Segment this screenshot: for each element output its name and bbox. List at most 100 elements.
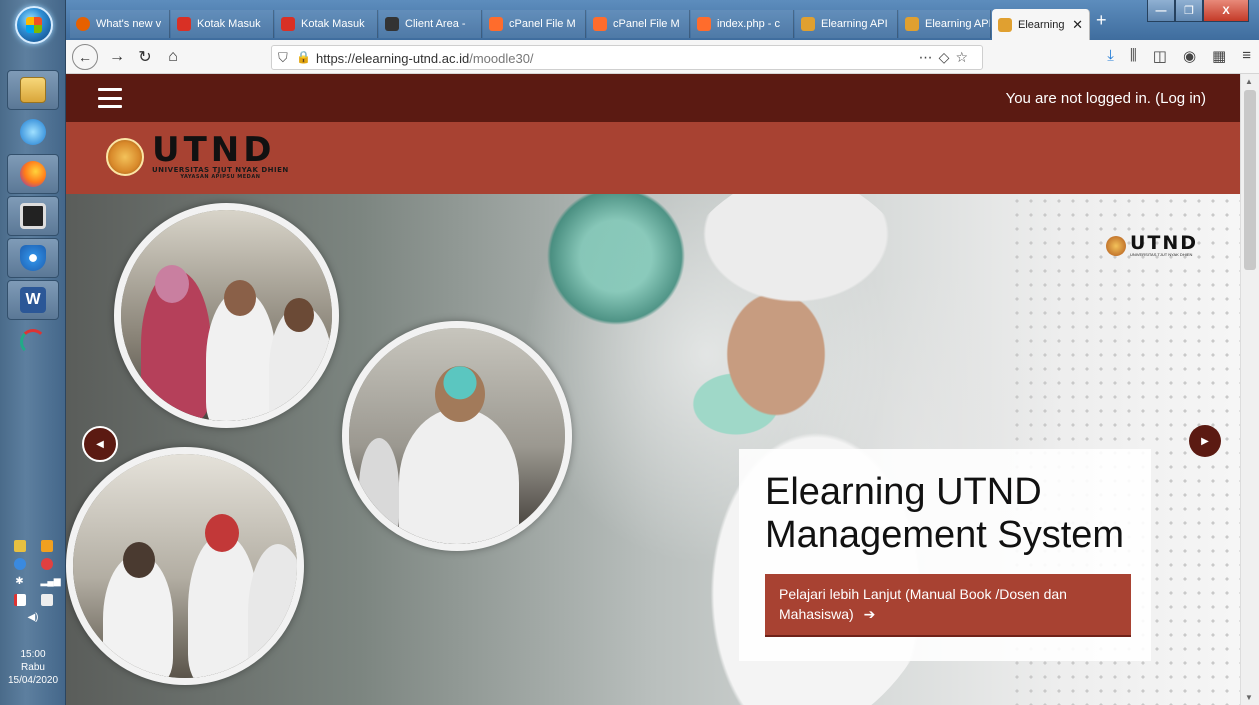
tab-index-php[interactable]: index.php - c [691,10,794,38]
tab-label: cPanel File M [509,18,576,30]
tab-label: What's new v [96,18,162,30]
tab-label: Elearning [1018,18,1065,31]
tab-cpanel-1[interactable]: cPanel File M [483,10,586,38]
photo-circle-1 [114,203,339,428]
maximize-button[interactable]: ❐ [1175,0,1203,22]
scrollbar-thumb[interactable] [1244,90,1256,270]
tab-label: Kotak Masuk [197,18,261,30]
signal-icon[interactable]: ▂▄▆ [41,576,61,588]
window-controls: — ❐ X [1147,0,1249,22]
tab-kotak-masuk-1[interactable]: Kotak Masuk [171,10,274,38]
tab-elearning-api-2[interactable]: Elearning API [899,10,991,38]
tab-elearning-active[interactable]: Elearning ✕ [992,9,1090,40]
sidebar-icon[interactable]: ◫ [1153,47,1167,65]
close-window-button[interactable]: X [1203,0,1249,22]
firefox-favicon-icon [76,17,90,31]
back-button[interactable]: ← [72,44,98,70]
forward-button[interactable]: → [106,46,128,68]
flag-icon[interactable] [13,594,26,606]
taskbar-explorer[interactable] [7,70,59,110]
tray-expand-icon[interactable] [40,540,53,552]
utnd-logo[interactable]: UTND UNIVERSITAS TJUT NYAK DHIEN YAYASAN… [106,133,289,180]
taskbar-app-curve[interactable] [7,322,59,362]
hamburger-menu-icon[interactable] [98,88,122,108]
toolbar-icons: ⤓ ⫼ ◫ ◉ ▦ ≡ [1107,47,1251,65]
tab-client-area[interactable]: Client Area - [379,10,482,38]
tab-label: Kotak Masuk [301,18,365,30]
battery-icon[interactable] [40,594,53,606]
learn-more-button[interactable]: Pelajari lebih Lanjut (Manual Book /Dose… [765,574,1131,637]
more-actions-icon[interactable]: ⋯ [919,49,939,65]
taskbar-app[interactable] [7,196,59,236]
bluetooth-icon[interactable]: ✱ [14,576,26,588]
download-icon[interactable]: ⤓ [1107,47,1114,65]
bookmark-star-icon[interactable]: ☆ [955,49,974,65]
taskbar-security[interactable] [7,238,59,278]
firefox-icon [20,161,46,187]
scroll-up-icon[interactable]: ▲ [1245,77,1253,86]
app-icon [20,203,46,229]
home-button[interactable]: ⌂ [162,46,184,68]
explorer-icon [20,77,46,103]
tray-network-icon[interactable] [13,540,26,552]
reload-icon: ↻ [138,49,152,66]
logo-tagline: YAYASAN APIPSU MEDAN [180,174,261,180]
tab-label: index.php - c [717,18,780,30]
home-icon: ⌂ [168,48,178,65]
address-bar[interactable]: ⛉ 🔒 https://elearning-utnd.ac.id/moodle3… [271,45,983,70]
tracking-shield-icon[interactable]: ⛉ [278,50,288,66]
carousel-next-button[interactable]: ▶ [1189,425,1221,457]
lock-icon[interactable]: 🔒 [296,50,311,64]
page-actions: ⋯◇☆ [919,49,974,66]
web-page: You are not logged in. (Log in) UTND UNI… [66,74,1240,705]
library-icon[interactable]: ⫼ [1130,47,1137,65]
url-path: /moodle30/ [469,51,534,66]
moodle-navbar: You are not logged in. (Log in) [66,74,1240,122]
pocket-icon[interactable]: ◇ [939,49,956,65]
photo-circle-3 [66,447,304,685]
back-arrow-icon: ← [78,49,92,65]
tray-shield-icon[interactable] [13,558,26,570]
start-button[interactable] [15,6,53,44]
cta-label: Pelajari lebih Lanjut (Manual Book /Dose… [779,586,1067,622]
new-tab-button[interactable]: + [1096,10,1107,31]
tab-cpanel-2[interactable]: cPanel File M [587,10,690,38]
tab-label: Elearning API [821,18,888,30]
reload-button[interactable]: ↻ [134,46,156,68]
taskbar-internet-explorer[interactable] [7,112,59,152]
hero-title: Elearning UTND Management System [765,471,1125,556]
account-icon[interactable]: ◉ [1183,47,1196,65]
tab-whats-new[interactable]: What's new v [70,10,170,38]
internet-explorer-icon [20,119,46,145]
tab-strip: What's new v Kotak Masuk Kotak Masuk Cli… [66,0,1259,40]
menu-icon[interactable]: ≡ [1242,47,1251,65]
scroll-down-icon[interactable]: ▼ [1245,693,1253,702]
taskbar-word[interactable]: W [7,280,59,320]
extensions-icon[interactable]: ▦ [1212,47,1226,65]
volume-icon[interactable]: ◀) [27,612,39,624]
cpanel-favicon-icon [593,17,607,31]
hero-logo-subtitle: UNIVERSITAS TJUT NYAK DHIEN [1130,252,1193,257]
tray-browser-icon[interactable] [40,558,53,570]
chevron-left-icon: ◀ [96,438,104,450]
login-status[interactable]: You are not logged in. (Log in) [1006,90,1206,107]
carousel-prev-button[interactable]: ◀ [82,426,118,462]
arrow-right-icon: ➔ [863,606,876,622]
tab-label: cPanel File M [613,18,680,30]
gmail-favicon-icon [281,17,295,31]
brand-header: UTND UNIVERSITAS TJUT NYAK DHIEN YAYASAN… [66,122,1240,194]
cpanel-favicon-icon [697,17,711,31]
clock-time: 15:00 [20,649,46,660]
moodle-favicon-icon [905,17,919,31]
vertical-scrollbar[interactable]: ▲ ▼ [1240,74,1259,705]
taskbar-clock[interactable]: 15:00 Rabu 15/04/2020 [0,648,66,687]
clock-day: Rabu [21,662,45,673]
tab-kotak-masuk-2[interactable]: Kotak Masuk [275,10,378,38]
hero-logo-text: UTND [1130,232,1199,254]
minimize-button[interactable]: — [1147,0,1175,22]
tab-elearning-api-1[interactable]: Elearning API [795,10,898,38]
tab-label: Client Area - [405,18,466,30]
hero-carousel: UTND UNIVERSITAS TJUT NYAK DHIEN ◀ ▶ Ele… [66,194,1240,705]
tab-close-icon[interactable]: ✕ [1066,17,1083,33]
taskbar-firefox[interactable] [7,154,59,194]
